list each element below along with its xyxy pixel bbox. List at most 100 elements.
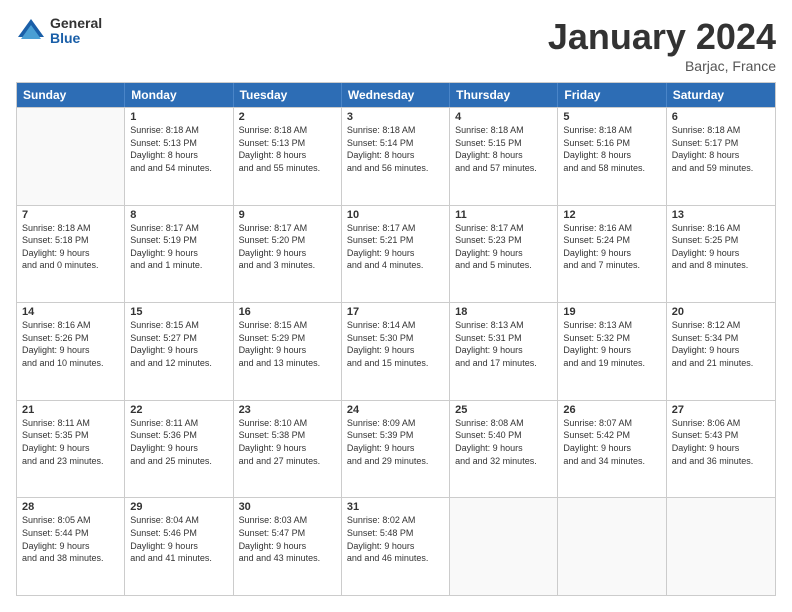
day-number: 28 [22, 501, 119, 513]
calendar-cell-day-4: 4Sunrise: 8:18 AMSunset: 5:15 PMDaylight… [450, 108, 558, 205]
daylight-line2: and and 1 minute. [130, 259, 227, 272]
logo-general-text: General [50, 16, 102, 31]
daylight-line1: Daylight: 9 hours [130, 247, 227, 260]
sunrise-text: Sunrise: 8:11 AM [22, 417, 119, 430]
sunset-text: Sunset: 5:30 PM [347, 332, 444, 345]
logo-text: General Blue [50, 16, 102, 47]
day-number: 10 [347, 209, 444, 221]
daylight-line2: and and 27 minutes. [239, 455, 336, 468]
calendar-body: 1Sunrise: 8:18 AMSunset: 5:13 PMDaylight… [17, 107, 775, 595]
sunrise-text: Sunrise: 8:02 AM [347, 514, 444, 527]
sunrise-text: Sunrise: 8:13 AM [563, 319, 660, 332]
logo-icon [16, 17, 46, 45]
daylight-line2: and and 15 minutes. [347, 357, 444, 370]
sunrise-text: Sunrise: 8:18 AM [455, 124, 552, 137]
calendar-cell-day-29: 29Sunrise: 8:04 AMSunset: 5:46 PMDayligh… [125, 498, 233, 595]
day-number: 8 [130, 209, 227, 221]
daylight-line2: and and 4 minutes. [347, 259, 444, 272]
day-number: 29 [130, 501, 227, 513]
sunset-text: Sunset: 5:32 PM [563, 332, 660, 345]
day-number: 11 [455, 209, 552, 221]
daylight-line1: Daylight: 9 hours [563, 442, 660, 455]
sunrise-text: Sunrise: 8:18 AM [130, 124, 227, 137]
daylight-line2: and and 41 minutes. [130, 552, 227, 565]
sunrise-text: Sunrise: 8:11 AM [130, 417, 227, 430]
calendar-cell-day-20: 20Sunrise: 8:12 AMSunset: 5:34 PMDayligh… [667, 303, 775, 400]
daylight-line2: and and 55 minutes. [239, 162, 336, 175]
daylight-line2: and and 34 minutes. [563, 455, 660, 468]
calendar-header: SundayMondayTuesdayWednesdayThursdayFrid… [17, 83, 775, 107]
day-number: 27 [672, 404, 770, 416]
daylight-line1: Daylight: 9 hours [347, 247, 444, 260]
sunrise-text: Sunrise: 8:15 AM [239, 319, 336, 332]
calendar-cell-empty [667, 498, 775, 595]
logo-blue-text: Blue [50, 31, 102, 46]
calendar-cell-day-22: 22Sunrise: 8:11 AMSunset: 5:36 PMDayligh… [125, 401, 233, 498]
daylight-line2: and and 3 minutes. [239, 259, 336, 272]
day-number: 23 [239, 404, 336, 416]
sunrise-text: Sunrise: 8:09 AM [347, 417, 444, 430]
daylight-line1: Daylight: 8 hours [455, 149, 552, 162]
sunset-text: Sunset: 5:19 PM [130, 234, 227, 247]
daylight-line1: Daylight: 9 hours [130, 344, 227, 357]
sunrise-text: Sunrise: 8:16 AM [563, 222, 660, 235]
calendar-cell-empty [450, 498, 558, 595]
calendar-cell-day-31: 31Sunrise: 8:02 AMSunset: 5:48 PMDayligh… [342, 498, 450, 595]
daylight-line2: and and 58 minutes. [563, 162, 660, 175]
sunrise-text: Sunrise: 8:13 AM [455, 319, 552, 332]
daylight-line1: Daylight: 9 hours [239, 442, 336, 455]
month-title: January 2024 [548, 16, 776, 58]
calendar: SundayMondayTuesdayWednesdayThursdayFrid… [16, 82, 776, 596]
calendar-cell-day-25: 25Sunrise: 8:08 AMSunset: 5:40 PMDayligh… [450, 401, 558, 498]
calendar-cell-day-16: 16Sunrise: 8:15 AMSunset: 5:29 PMDayligh… [234, 303, 342, 400]
daylight-line2: and and 12 minutes. [130, 357, 227, 370]
daylight-line1: Daylight: 9 hours [455, 344, 552, 357]
day-number: 6 [672, 111, 770, 123]
sunrise-text: Sunrise: 8:18 AM [347, 124, 444, 137]
sunset-text: Sunset: 5:27 PM [130, 332, 227, 345]
sunset-text: Sunset: 5:20 PM [239, 234, 336, 247]
daylight-line2: and and 5 minutes. [455, 259, 552, 272]
day-number: 20 [672, 306, 770, 318]
title-section: January 2024 Barjac, France [548, 16, 776, 74]
daylight-line2: and and 13 minutes. [239, 357, 336, 370]
sunset-text: Sunset: 5:21 PM [347, 234, 444, 247]
sunset-text: Sunset: 5:44 PM [22, 527, 119, 540]
daylight-line2: and and 17 minutes. [455, 357, 552, 370]
day-number: 15 [130, 306, 227, 318]
daylight-line2: and and 32 minutes. [455, 455, 552, 468]
calendar-cell-day-17: 17Sunrise: 8:14 AMSunset: 5:30 PMDayligh… [342, 303, 450, 400]
sunrise-text: Sunrise: 8:18 AM [22, 222, 119, 235]
daylight-line2: and and 10 minutes. [22, 357, 119, 370]
daylight-line1: Daylight: 9 hours [239, 247, 336, 260]
sunset-text: Sunset: 5:14 PM [347, 137, 444, 150]
daylight-line1: Daylight: 9 hours [672, 247, 770, 260]
sunset-text: Sunset: 5:36 PM [130, 429, 227, 442]
daylight-line1: Daylight: 8 hours [672, 149, 770, 162]
calendar-cell-day-30: 30Sunrise: 8:03 AMSunset: 5:47 PMDayligh… [234, 498, 342, 595]
sunrise-text: Sunrise: 8:16 AM [672, 222, 770, 235]
daylight-line1: Daylight: 9 hours [130, 540, 227, 553]
daylight-line1: Daylight: 9 hours [672, 442, 770, 455]
daylight-line2: and and 29 minutes. [347, 455, 444, 468]
sunset-text: Sunset: 5:26 PM [22, 332, 119, 345]
day-number: 13 [672, 209, 770, 221]
daylight-line1: Daylight: 9 hours [239, 540, 336, 553]
sunrise-text: Sunrise: 8:08 AM [455, 417, 552, 430]
daylight-line1: Daylight: 9 hours [563, 247, 660, 260]
day-number: 12 [563, 209, 660, 221]
daylight-line2: and and 54 minutes. [130, 162, 227, 175]
daylight-line1: Daylight: 9 hours [563, 344, 660, 357]
daylight-line1: Daylight: 9 hours [347, 344, 444, 357]
calendar-row-2: 7Sunrise: 8:18 AMSunset: 5:18 PMDaylight… [17, 205, 775, 303]
header: General Blue January 2024 Barjac, France [16, 16, 776, 74]
day-number: 31 [347, 501, 444, 513]
daylight-line1: Daylight: 9 hours [22, 540, 119, 553]
daylight-line2: and and 21 minutes. [672, 357, 770, 370]
sunset-text: Sunset: 5:24 PM [563, 234, 660, 247]
day-header-sunday: Sunday [17, 83, 125, 107]
sunset-text: Sunset: 5:42 PM [563, 429, 660, 442]
sunrise-text: Sunrise: 8:17 AM [130, 222, 227, 235]
daylight-line1: Daylight: 8 hours [130, 149, 227, 162]
calendar-cell-day-27: 27Sunrise: 8:06 AMSunset: 5:43 PMDayligh… [667, 401, 775, 498]
